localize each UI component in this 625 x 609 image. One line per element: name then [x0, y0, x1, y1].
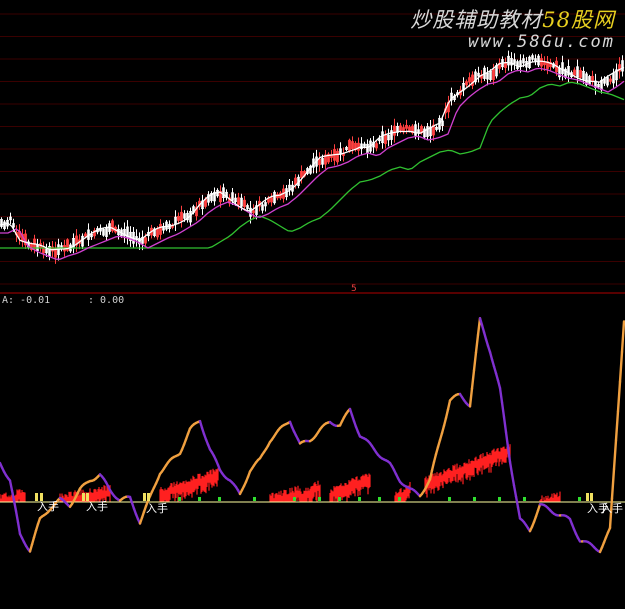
candle-body	[579, 70, 582, 78]
buy-label: 入手	[37, 500, 59, 513]
buy-marker	[82, 493, 85, 501]
oscillator-line	[0, 317, 625, 554]
signal-dots	[178, 497, 581, 501]
candle-body	[384, 134, 387, 144]
candle-body	[405, 124, 408, 129]
oscillator-segment	[508, 460, 514, 476]
candle-body	[177, 215, 180, 221]
candle-body	[336, 150, 339, 163]
candle-body	[237, 197, 240, 205]
oscillator-segment	[432, 453, 438, 464]
candle-body	[408, 126, 411, 131]
candle-body	[492, 68, 495, 80]
signal-dot	[293, 497, 296, 501]
panel-marker: 5	[351, 284, 357, 294]
watermark-title: 炒股辅助教材58股网	[410, 4, 615, 34]
signal-dot	[498, 497, 501, 501]
oscillator-segment	[8, 479, 14, 492]
oscillator-segment	[14, 509, 20, 524]
signal-dot	[378, 497, 381, 501]
signal-dot	[218, 497, 221, 501]
oscillator-segment	[616, 380, 622, 413]
candle-body	[318, 158, 321, 166]
candle-body	[402, 127, 405, 132]
oscillator-segment	[468, 387, 474, 408]
candle-body	[270, 197, 273, 203]
candle-body	[243, 199, 246, 208]
oscillator-segment	[504, 430, 510, 449]
candle-body	[357, 142, 360, 151]
candle-body	[300, 170, 303, 178]
oscillator-segment	[16, 520, 22, 536]
signal-dot	[358, 497, 361, 501]
oscillator-segment	[512, 484, 518, 498]
oscillator-segment	[500, 401, 506, 419]
buy-label: 入手	[86, 500, 108, 513]
oscillator-segment	[516, 506, 522, 520]
oscillator-segment	[446, 399, 452, 411]
signal-dot	[523, 497, 526, 501]
candle-body	[348, 139, 351, 152]
oscillator-segment	[502, 415, 508, 434]
candle-body	[609, 78, 612, 82]
signal-dot	[253, 497, 256, 501]
buy-label: 入手	[601, 502, 623, 515]
price-grid	[0, 13, 625, 285]
signal-dot	[448, 497, 451, 501]
indicator-readout-a: A: -0.01	[2, 295, 51, 306]
oscillator-segment	[442, 416, 448, 428]
signal-dot	[398, 497, 401, 501]
watermark-title-part2: 58股网	[542, 8, 615, 32]
indicator-readout-b: : 0.00	[88, 295, 125, 306]
signal-dot	[473, 497, 476, 501]
oscillator-segment	[470, 369, 476, 390]
signal-dot	[178, 497, 181, 501]
candle-body	[84, 233, 87, 237]
signal-dot	[318, 497, 321, 501]
candle-body	[465, 81, 468, 86]
candle-body	[540, 58, 543, 67]
candle-body	[543, 61, 546, 66]
oscillator-segment	[612, 438, 618, 471]
oscillator-segment	[474, 333, 480, 354]
oscillator-segment	[444, 408, 450, 420]
candle-body	[591, 75, 594, 82]
signal-dot	[578, 497, 581, 501]
oscillator-segment	[614, 409, 620, 442]
candle-body	[252, 210, 255, 214]
candle-body	[180, 211, 183, 222]
watermark-title-part1: 炒股辅助教材	[410, 8, 543, 32]
candle-body	[156, 228, 159, 238]
candle-body	[573, 69, 576, 76]
candle-body	[468, 77, 471, 83]
oscillator-segment	[610, 467, 616, 500]
candle-body	[144, 237, 147, 244]
candle-body	[375, 143, 378, 149]
oscillator-segment	[472, 351, 478, 372]
signal-dot	[198, 497, 201, 501]
candle-body	[159, 223, 162, 235]
oscillator-segment	[620, 320, 625, 354]
candle-body	[351, 141, 354, 150]
buy-label: 入手	[146, 502, 168, 515]
oscillator-segment	[430, 460, 436, 472]
oscillator-segment	[498, 386, 504, 404]
candle-body	[399, 125, 402, 131]
signal-dot	[338, 497, 341, 501]
candle-body	[294, 177, 297, 185]
candle-body	[393, 125, 396, 136]
oscillator-segment	[510, 472, 516, 487]
candle-body	[504, 62, 507, 68]
oscillator-segment	[514, 495, 520, 509]
oscillator-segment	[618, 350, 624, 384]
watermark-url: www.58Gu.com	[468, 32, 615, 52]
